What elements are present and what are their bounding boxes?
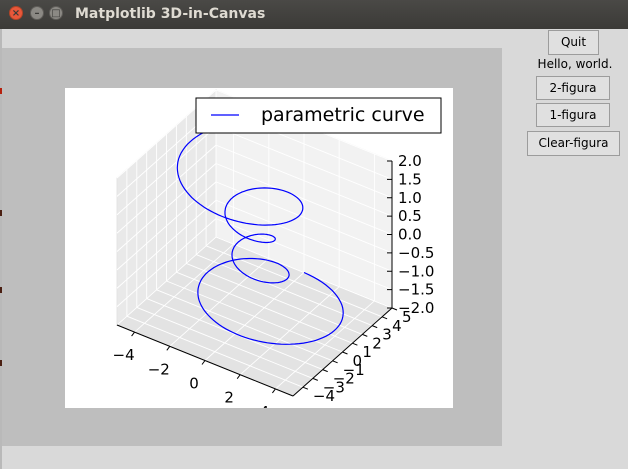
z-tick-label: 2.0 xyxy=(398,152,422,170)
y-tick-label: 4 xyxy=(392,317,402,335)
z-tick-label: 0.0 xyxy=(398,226,422,244)
x-tick xyxy=(201,360,206,365)
maximize-icon[interactable]: □ xyxy=(49,6,63,20)
y-tick xyxy=(322,369,328,373)
x-tick xyxy=(236,374,241,380)
close-icon[interactable]: × xyxy=(9,6,23,20)
x-tick xyxy=(166,345,171,351)
y-tick xyxy=(342,351,348,355)
clear-figure-button[interactable]: Clear-figura xyxy=(527,131,620,156)
y-tick-label: 0 xyxy=(353,352,363,370)
figure-1-button[interactable]: 1-figura xyxy=(536,103,610,127)
y-tick xyxy=(362,333,368,337)
title-bar: × – □ Matplotlib 3D-in-Canvas xyxy=(0,0,628,29)
legend-label: parametric curve xyxy=(261,104,425,126)
y-tick xyxy=(391,307,398,311)
x-tick-label: 4 xyxy=(260,403,270,408)
z-tick-label: 1.5 xyxy=(398,170,422,188)
x-tick-label: 2 xyxy=(224,389,234,407)
x-tick-label: −4 xyxy=(113,346,135,364)
z-tick-label: −1.5 xyxy=(398,281,434,299)
y-tick xyxy=(372,325,378,329)
y-tick-label: 3 xyxy=(382,326,392,344)
z-tick-label: 0.5 xyxy=(398,207,422,225)
z-tick-label: −2.0 xyxy=(398,299,434,317)
x-tick-label: −2 xyxy=(148,360,170,378)
figure-area: −4−2024−4−3−2−1012345−2.0−1.5−1.0−0.50.0… xyxy=(65,88,453,421)
y-tick xyxy=(302,386,309,390)
minimize-icon[interactable]: – xyxy=(30,6,44,20)
y-tick-label: 1 xyxy=(362,343,372,361)
y-tick xyxy=(332,360,338,364)
figure-2-button[interactable]: 2-figura xyxy=(536,76,610,100)
y-tick xyxy=(381,316,388,320)
z-tick-label: −0.5 xyxy=(398,244,434,262)
y-tick xyxy=(352,342,358,346)
z-tick-label: 1.0 xyxy=(398,189,422,207)
quit-button[interactable]: Quit xyxy=(548,30,599,55)
x-tick xyxy=(131,331,135,337)
plot-3d: −4−2024−4−3−2−1012345−2.0−1.5−1.0−0.50.0… xyxy=(113,88,442,421)
hello-label: Hello, world. xyxy=(537,57,613,71)
x-tick xyxy=(271,388,276,394)
y-tick xyxy=(312,377,318,381)
window-title: Matplotlib 3D-in-Canvas xyxy=(75,6,266,22)
x-tick-label: 0 xyxy=(189,375,199,393)
y-tick-label: 2 xyxy=(372,334,382,352)
z-tick-label: −1.0 xyxy=(398,262,434,280)
